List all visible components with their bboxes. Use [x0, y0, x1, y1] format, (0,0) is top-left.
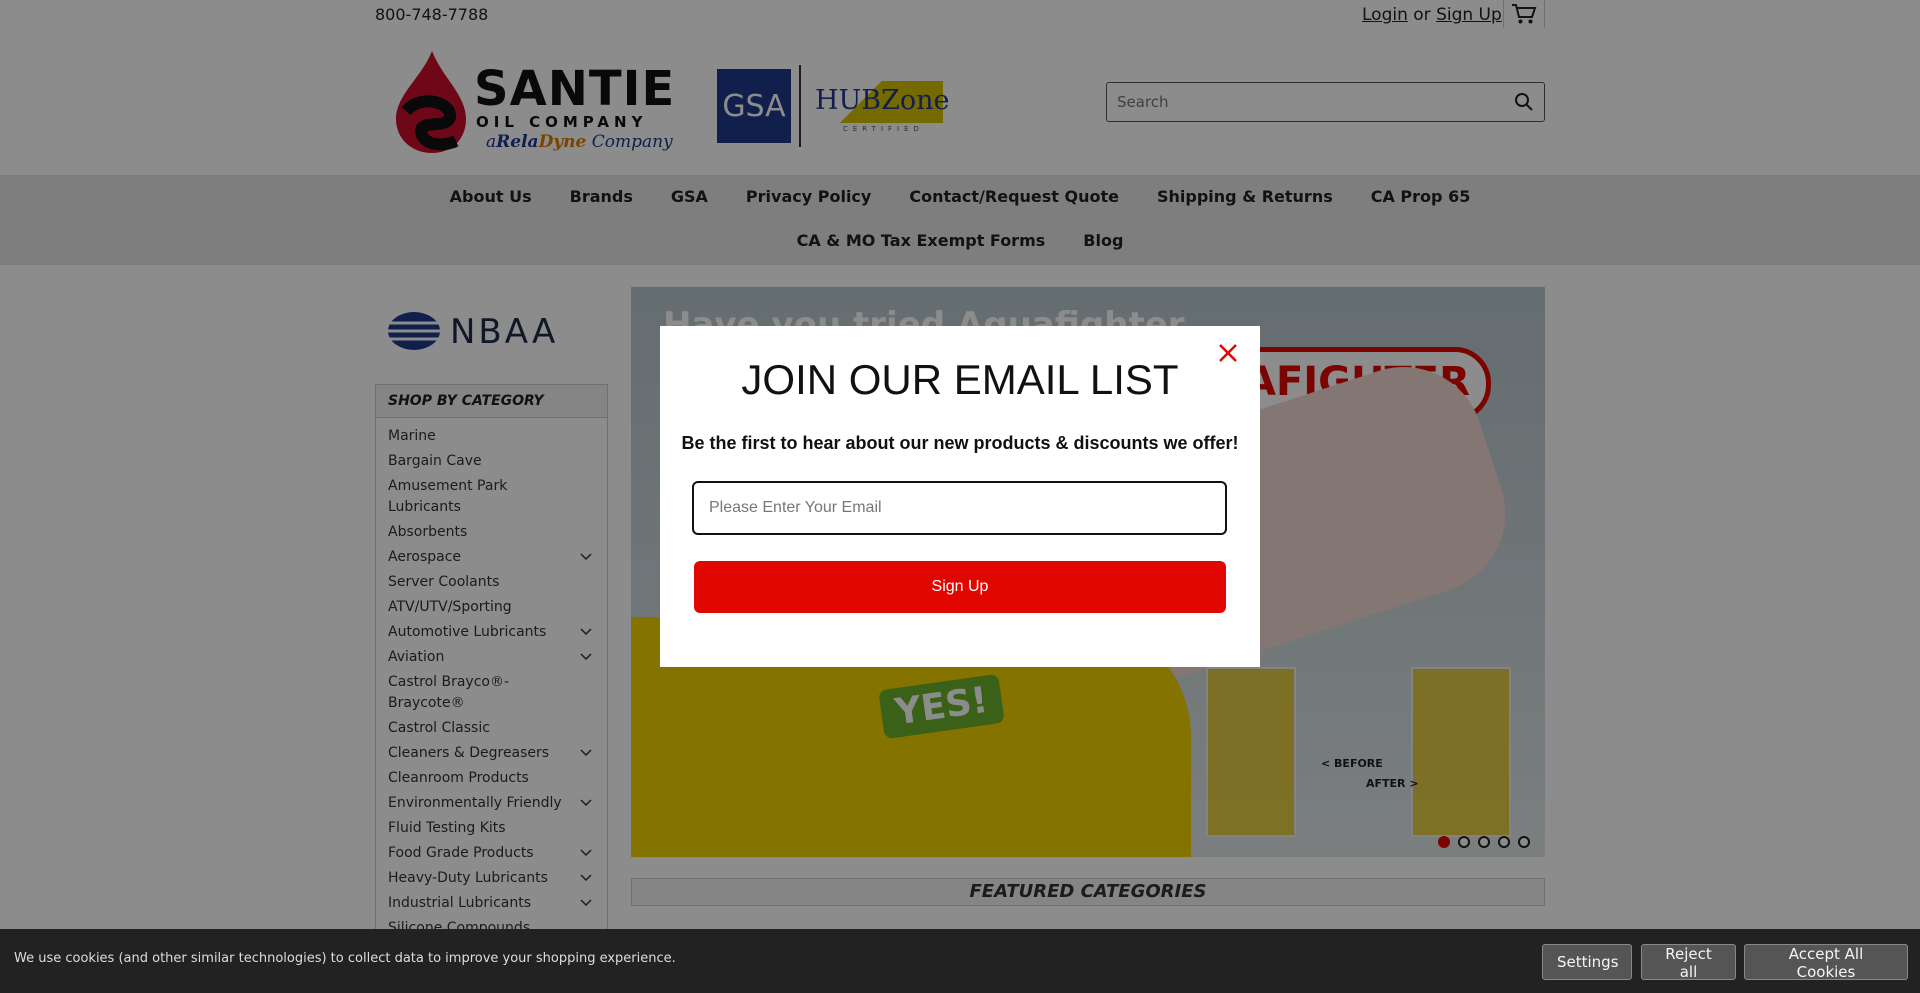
signup-button[interactable]: Sign Up	[694, 561, 1226, 613]
cookie-reject-button[interactable]: Reject all	[1641, 944, 1736, 981]
cookie-message: We use cookies (and other similar techno…	[14, 951, 676, 966]
page: 800-748-7788 Login or Sign Up SANTIE OIL…	[0, 0, 1920, 993]
cookie-settings-button[interactable]: Settings	[1542, 944, 1632, 980]
email-signup-modal: JOIN OUR EMAIL LIST Be the first to hear…	[660, 326, 1260, 667]
modal-title: JOIN OUR EMAIL LIST	[741, 356, 1179, 403]
email-field[interactable]	[692, 481, 1227, 535]
cookie-banner: We use cookies (and other similar techno…	[0, 929, 1920, 993]
cookie-accept-button[interactable]: Accept All Cookies	[1744, 944, 1908, 981]
modal-subtitle: Be the first to hear about our new produ…	[681, 433, 1239, 453]
